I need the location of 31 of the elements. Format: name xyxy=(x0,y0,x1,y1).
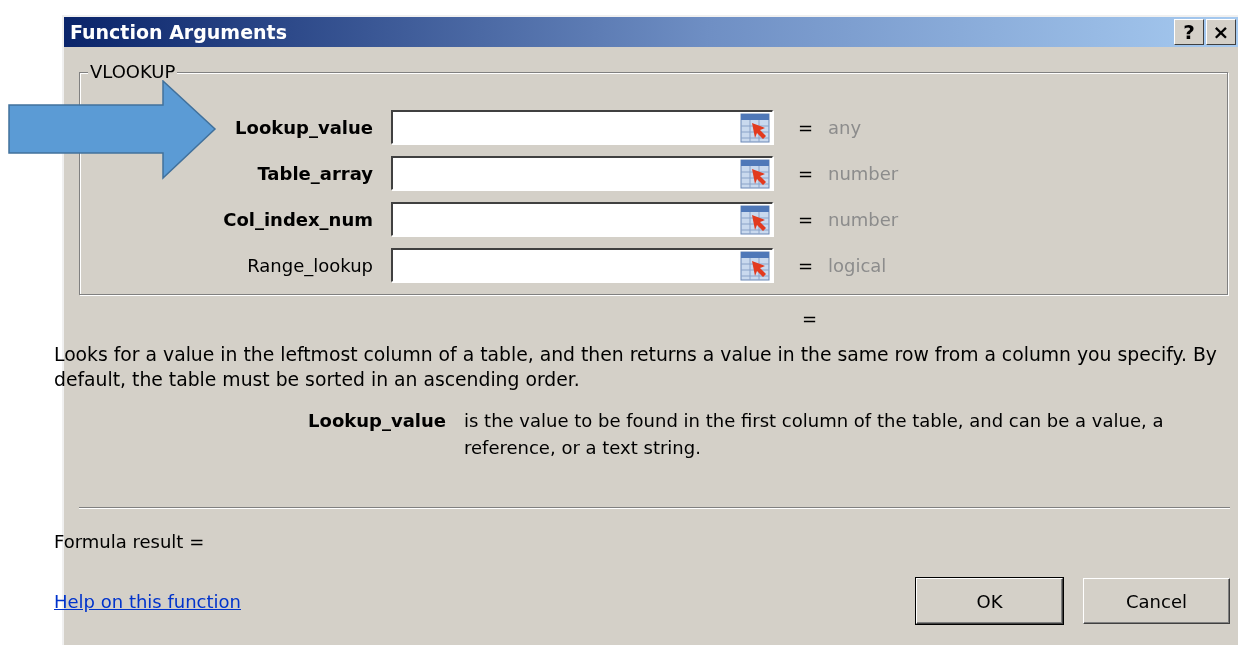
grid-icon[interactable] xyxy=(740,204,770,235)
argument-field[interactable] xyxy=(391,202,773,236)
argument-field[interactable] xyxy=(391,248,773,282)
argument-type: number xyxy=(828,208,900,230)
argument-type: number xyxy=(828,162,900,184)
close-button[interactable]: × xyxy=(1206,19,1236,45)
equals-sign: = xyxy=(797,208,814,230)
window-title: Function Arguments xyxy=(70,21,287,43)
grid-icon[interactable] xyxy=(740,250,770,281)
function-description: Looks for a value in the leftmost column of a table, and then returns a value in the same row from a column you specify. By default, the table must be sorted in an ascending order. xyxy=(54,343,1218,392)
formula-result: Formula result = xyxy=(54,531,206,552)
argument-label: Range_lookup xyxy=(247,254,373,276)
ok-button[interactable]: OK xyxy=(916,578,1063,624)
grid-icon[interactable] xyxy=(740,112,770,143)
argument-label: Lookup_value xyxy=(235,116,373,138)
argument-field[interactable] xyxy=(391,110,773,144)
equals-sign: = xyxy=(797,162,814,184)
equals-sign: = xyxy=(797,116,814,138)
argument-label: Col_index_num xyxy=(223,208,373,230)
grid-icon[interactable] xyxy=(740,158,770,189)
help-button[interactable]: ? xyxy=(1174,19,1204,45)
equals-sign: = xyxy=(797,254,814,276)
equals-sign: = xyxy=(802,307,818,329)
argument-name: Lookup_value xyxy=(308,409,446,433)
argument-type: logical xyxy=(828,254,888,276)
cancel-button[interactable]: Cancel xyxy=(1083,578,1230,624)
argument-description: is the value to be found in the first column of the table, and can be a value, a reference, or a text string. xyxy=(464,409,1165,460)
argument-field[interactable] xyxy=(391,156,773,190)
help-link[interactable]: Help on this function xyxy=(54,590,241,612)
argument-label: Table_array xyxy=(257,162,373,184)
argument-type: any xyxy=(828,116,863,138)
